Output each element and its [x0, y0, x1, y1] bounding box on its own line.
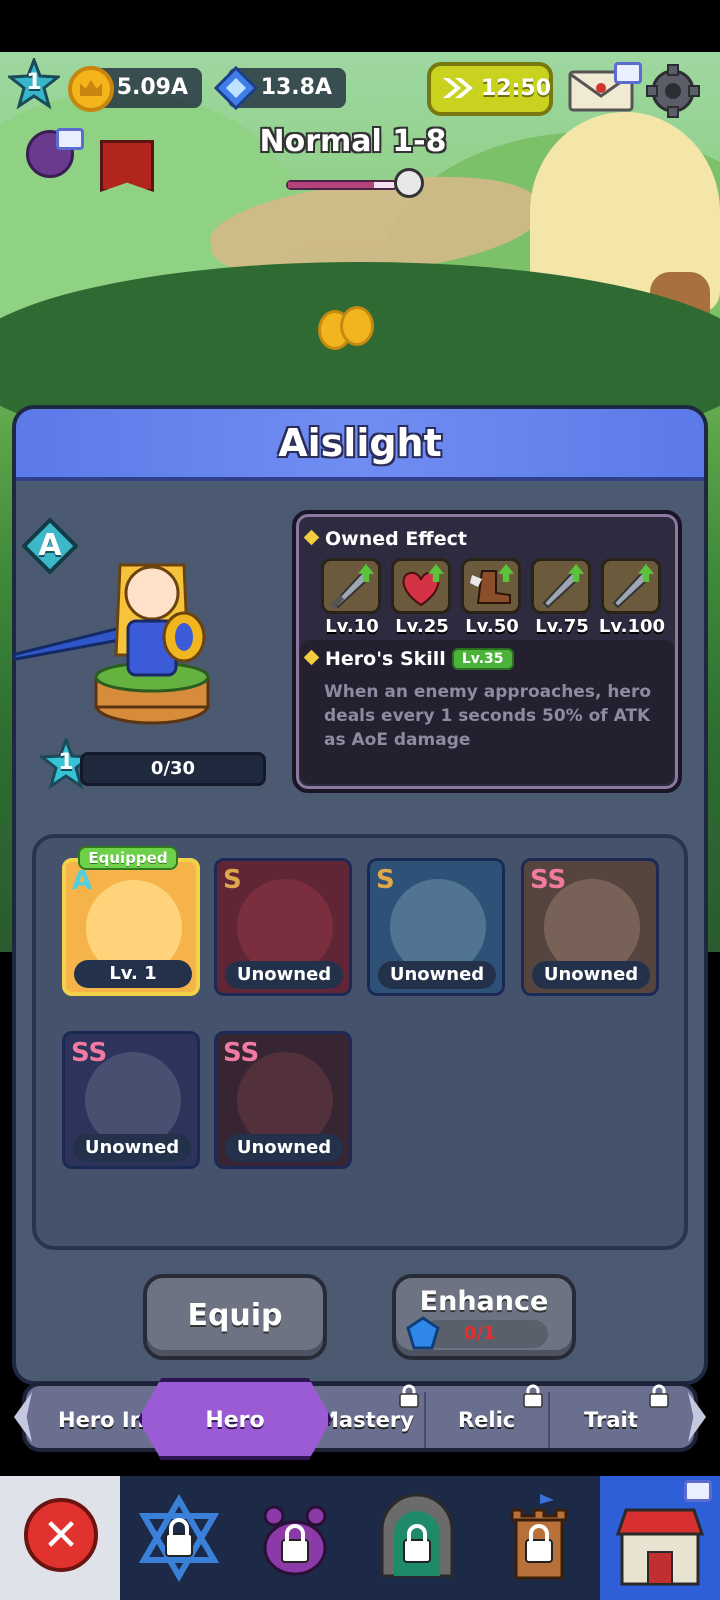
close-button[interactable]: ✕: [24, 1498, 98, 1572]
gold-coin-icon: [68, 66, 114, 112]
hero-status: Unowned: [73, 1134, 191, 1162]
sword-icon: [601, 558, 661, 614]
video-ad-icon: [56, 128, 84, 150]
player-level-badge[interactable]: 1: [5, 55, 63, 110]
hero-grade: S: [223, 865, 242, 895]
video-ad-icon: [614, 62, 642, 84]
summon-star-icon[interactable]: [134, 1490, 224, 1586]
effect-level: Lv.75: [535, 616, 589, 637]
gem-icon: [214, 66, 258, 110]
fast-forward-icon: [443, 78, 473, 98]
tab-divider: [424, 1392, 426, 1448]
lock-icon: [523, 1384, 543, 1408]
hero-grade: SS: [223, 1038, 260, 1068]
lock-icon: [399, 1384, 419, 1408]
hero-card[interactable]: S Unowned: [367, 858, 505, 996]
stage-title: Normal 1-8: [259, 124, 447, 159]
owned-effect-item: Lv.75: [531, 558, 593, 637]
tab-trait[interactable]: Trait: [584, 1408, 638, 1432]
hero-status: Unowned: [532, 961, 650, 989]
owned-effect-item: Lv.10: [321, 558, 383, 637]
hero-shard-icon: [406, 1316, 440, 1350]
tab-hero-info[interactable]: Hero In: [58, 1408, 145, 1432]
shop-icon: [615, 1508, 705, 1586]
sword-icon: [321, 558, 381, 614]
skill-level-badge: Lv.35: [451, 648, 514, 670]
diamond-bullet-icon: [303, 529, 320, 546]
tab-divider: [548, 1392, 550, 1448]
hero-card[interactable]: SS Unowned: [214, 1031, 352, 1169]
video-ad-icon: [684, 1480, 712, 1502]
stage-progress-bar: [286, 180, 398, 190]
equipped-badge: Equipped: [78, 846, 178, 870]
hero-status: Unowned: [378, 961, 496, 989]
hero-card[interactable]: SS Unowned: [521, 858, 659, 996]
owned-effect-title: Owned Effect: [303, 528, 467, 550]
hero-card[interactable]: SS Unowned: [62, 1031, 200, 1169]
equip-button[interactable]: Equip: [143, 1274, 327, 1360]
hero-grade: S: [376, 865, 395, 895]
player-level: 1: [26, 70, 42, 95]
owned-effect-item: Lv.100: [599, 558, 665, 637]
heart-icon: [391, 558, 451, 614]
hero-status: Unowned: [225, 1134, 343, 1162]
hero-grade: SS: [71, 1038, 108, 1068]
speed-timer: 12:50: [481, 76, 552, 101]
close-icon: ✕: [42, 1510, 80, 1561]
hero-grade: SS: [530, 865, 567, 895]
enhance-label: Enhance: [419, 1286, 549, 1317]
tab-relic[interactable]: Relic: [458, 1408, 515, 1432]
sword-icon: [531, 558, 591, 614]
hero-skill-title: Hero's Skill Lv.35: [303, 648, 514, 670]
hero-card[interactable]: A Lv. 1: [62, 858, 200, 996]
lock-icon: [649, 1384, 669, 1408]
effect-level: Lv.50: [465, 616, 519, 637]
gear-icon[interactable]: [646, 64, 700, 118]
tab-mastery[interactable]: Mastery: [318, 1408, 414, 1432]
owned-effect-item: Lv.50: [461, 558, 523, 637]
effect-level: Lv.100: [598, 616, 666, 637]
enhance-button[interactable]: Enhance 0/1: [392, 1274, 576, 1360]
effect-level: Lv.10: [325, 616, 379, 637]
speed-boost-button[interactable]: 12:50: [427, 62, 553, 116]
owned-effect-item: Lv.25: [391, 558, 453, 637]
boot-icon: [461, 558, 521, 614]
hero-portrait: [12, 563, 210, 725]
dungeon-gate-icon[interactable]: [372, 1490, 462, 1586]
hero-name: Aislight: [278, 421, 442, 465]
hero-card[interactable]: S Unowned: [214, 858, 352, 996]
hero-skill-description: When an enemy approaches, hero deals eve…: [324, 682, 652, 750]
tab-hero-label: Hero: [205, 1408, 265, 1433]
tower-icon[interactable]: [494, 1490, 584, 1586]
diamond-bullet-icon: [303, 649, 320, 666]
enhance-count: 0/1: [464, 1323, 496, 1344]
boss-skull-icon: [394, 168, 424, 198]
hero-status: Unowned: [225, 961, 343, 989]
hero-xp-bar: 0/30: [80, 752, 266, 786]
coin-drop: [340, 306, 374, 346]
hero-status: Lv. 1: [74, 960, 192, 988]
effect-level: Lv.25: [395, 616, 449, 637]
stage-progress-fill: [288, 182, 375, 188]
pet-paw-icon[interactable]: [250, 1490, 340, 1586]
hero-grade: A: [72, 866, 93, 896]
